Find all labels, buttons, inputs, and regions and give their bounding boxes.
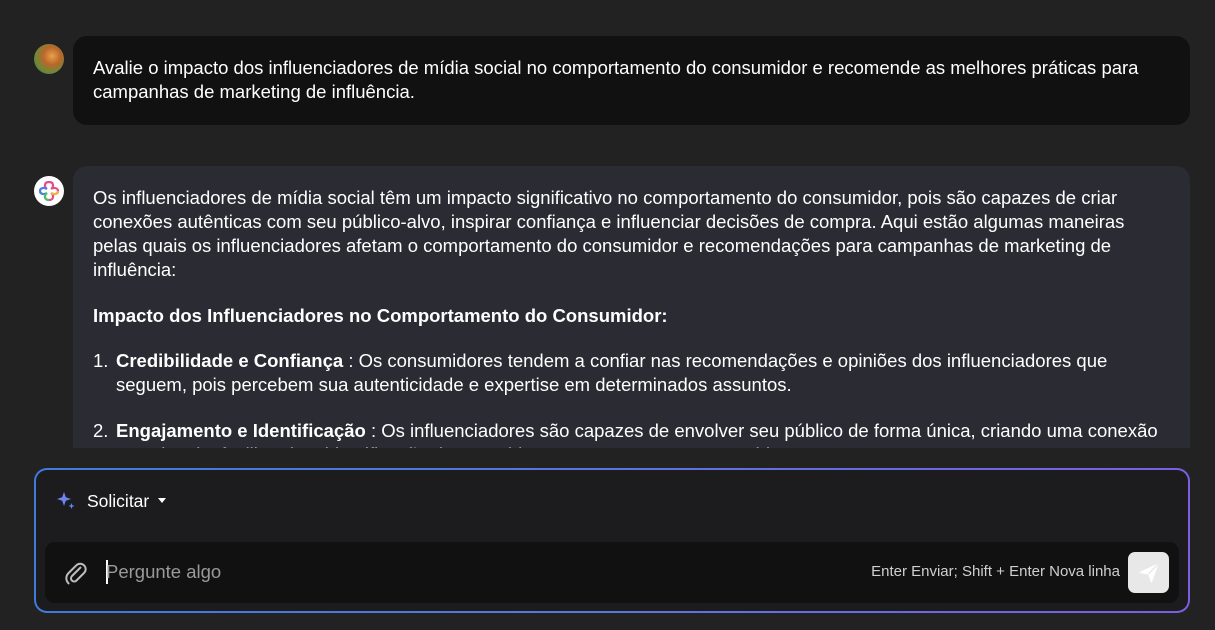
user-avatar xyxy=(34,44,64,74)
list-item-title: Engajamento e Identificação xyxy=(116,420,366,441)
prompt-input[interactable] xyxy=(106,556,806,588)
mode-label: Solicitar xyxy=(87,490,150,511)
list-item-number: 1. xyxy=(93,350,109,371)
mode-selector-button[interactable]: Solicitar xyxy=(56,490,167,512)
send-icon xyxy=(1139,563,1159,582)
user-message-text: Avalie o impacto dos influenciadores de … xyxy=(93,57,1139,102)
keyboard-hint: Enter Enviar; Shift + Enter Nova linha xyxy=(871,563,1120,580)
caret-down-icon xyxy=(158,498,167,503)
list-item: 2. Engajamento e Identificação : Os influ… xyxy=(93,419,1170,448)
assistant-message-bubble: Os influenciadores de mídia social têm u… xyxy=(73,166,1190,448)
assistant-intro: Os influenciadores de mídia social têm u… xyxy=(93,187,1125,280)
list-item-title: Credibilidade e Confiança xyxy=(116,350,344,371)
input-row: Enter Enviar; Shift + Enter Nova linha xyxy=(45,542,1179,603)
send-button[interactable] xyxy=(1128,552,1169,593)
chat-area: Avalie o impacto dos influenciadores de … xyxy=(0,0,1215,448)
composer: Solicitar Enter Enviar; Shift + Enter No… xyxy=(34,468,1190,613)
assistant-heading: Impacto dos Influenciadores no Comportam… xyxy=(93,305,668,326)
paperclip-icon[interactable] xyxy=(63,560,89,586)
impact-list: 1. Credibilidade e Confiança : Os consumi… xyxy=(93,349,1170,448)
assistant-logo-icon xyxy=(34,176,64,206)
list-item-number: 2. xyxy=(93,420,109,441)
user-message-bubble: Avalie o impacto dos influenciadores de … xyxy=(73,36,1190,125)
sparkle-icon xyxy=(57,492,75,509)
list-item: 1. Credibilidade e Confiança : Os consumi… xyxy=(93,349,1170,397)
